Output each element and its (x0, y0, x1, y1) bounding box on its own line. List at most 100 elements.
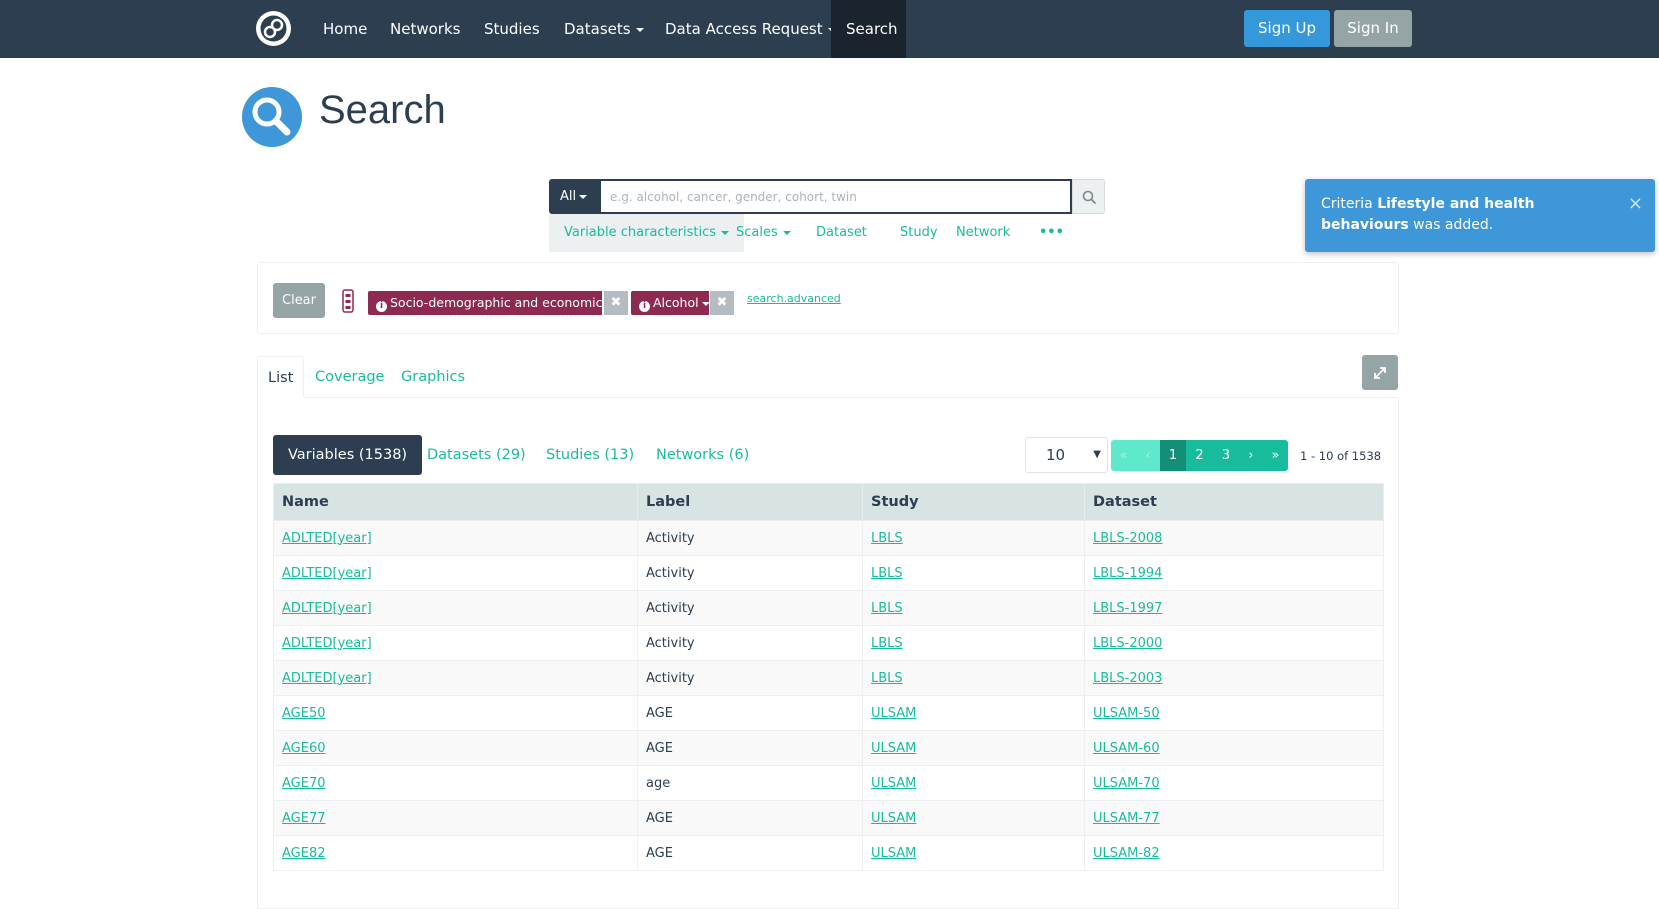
variable-label: Activity (637, 625, 863, 661)
variable-name-link[interactable]: ADLTED[year] (282, 636, 372, 651)
variable-label: AGE (637, 800, 863, 836)
study-link[interactable]: ULSAM (871, 706, 916, 721)
close-icon[interactable]: × (1628, 193, 1643, 214)
variable-name-link[interactable]: AGE77 (282, 811, 326, 826)
variable-name-link[interactable]: ADLTED[year] (282, 671, 372, 686)
pager-last[interactable]: » (1263, 440, 1288, 471)
tab-graphics[interactable]: Graphics (391, 356, 475, 398)
sign-up-button[interactable]: Sign Up (1244, 10, 1330, 47)
study-link[interactable]: ULSAM (871, 811, 916, 826)
advanced-search-link[interactable]: search.advanced (747, 292, 841, 305)
column-header-label[interactable]: Label (637, 483, 863, 521)
table-row: AGE82 AGE ULSAM ULSAM-82 (273, 835, 1384, 871)
dataset-link[interactable]: LBLS-2003 (1093, 671, 1162, 686)
pager-first[interactable]: « (1111, 440, 1136, 471)
column-header-dataset[interactable]: Dataset (1084, 483, 1384, 521)
variable-name-link[interactable]: ADLTED[year] (282, 531, 372, 546)
dataset-link[interactable]: LBLS-2000 (1093, 636, 1162, 651)
filter-network[interactable]: Network (941, 214, 1025, 252)
pill-networks[interactable]: Networks (6) (641, 435, 764, 475)
table-row: ADLTED[year] Activity LBLS LBLS-2000 (273, 625, 1384, 661)
search-input[interactable] (599, 179, 1072, 214)
table-row: ADLTED[year] Activity LBLS LBLS-2003 (273, 660, 1384, 696)
study-link[interactable]: ULSAM (871, 846, 916, 861)
variable-name-link[interactable]: ADLTED[year] (282, 601, 372, 616)
table-row: AGE60 AGE ULSAM ULSAM-60 (273, 730, 1384, 766)
variable-name-link[interactable]: AGE82 (282, 846, 326, 861)
page-size-select[interactable]: 10 ▼ (1025, 437, 1108, 473)
column-header-name[interactable]: Name (273, 483, 638, 521)
column-header-study[interactable]: Study (862, 483, 1085, 521)
filter-dataset[interactable]: Dataset (801, 214, 882, 252)
filter-scales[interactable]: Scales (721, 214, 806, 252)
pill-variables[interactable]: Variables (1538) (273, 435, 423, 475)
variable-name-link[interactable]: ADLTED[year] (282, 566, 372, 581)
dataset-link[interactable]: ULSAM-77 (1093, 811, 1160, 826)
pager-page-2[interactable]: 2 (1186, 440, 1213, 471)
tab-list[interactable]: List (257, 356, 305, 398)
top-navbar: Home Networks Studies Datasets Data Acce… (0, 0, 1659, 58)
variable-label: Activity (637, 555, 863, 591)
dataset-link[interactable]: ULSAM-70 (1093, 776, 1160, 791)
clear-criteria-button[interactable]: Clear (273, 283, 325, 318)
remove-criteria-alcohol-button[interactable]: ✖ (710, 291, 734, 315)
brand-logo-icon[interactable] (256, 11, 291, 46)
pill-studies[interactable]: Studies (13) (531, 435, 649, 475)
nav-search[interactable]: Search (831, 0, 906, 58)
dataset-link[interactable]: ULSAM-82 (1093, 846, 1160, 861)
dataset-link[interactable]: LBLS-2008 (1093, 531, 1162, 546)
dataset-link[interactable]: ULSAM-50 (1093, 706, 1160, 721)
search-magnifier-icon (242, 87, 302, 147)
table-row: ADLTED[year] Activity LBLS LBLS-2008 (273, 520, 1384, 556)
variable-label: AGE (637, 695, 863, 731)
variable-name-link[interactable]: AGE60 (282, 741, 326, 756)
variables-table: Name Label Study Dataset ADLTED[year] Ac… (273, 483, 1384, 871)
study-link[interactable]: LBLS (871, 531, 903, 546)
nav-datasets[interactable]: Datasets (549, 0, 659, 58)
nav-studies[interactable]: Studies (469, 0, 555, 58)
info-circle-icon: i (376, 301, 387, 312)
variable-name-link[interactable]: AGE70 (282, 776, 326, 791)
table-row: AGE70 age ULSAM ULSAM-70 (273, 765, 1384, 801)
pager-prev[interactable]: ‹ (1136, 440, 1160, 471)
pager-page-1[interactable]: 1 (1160, 440, 1186, 471)
filter-more-ellipsis[interactable]: ••• (1024, 214, 1079, 252)
variable-label: AGE (637, 835, 863, 871)
dataset-link[interactable]: ULSAM-60 (1093, 741, 1160, 756)
filter-variable-characteristics[interactable]: Variable characteristics (549, 214, 745, 252)
chevron-down-icon (701, 301, 710, 306)
study-link[interactable]: LBLS (871, 636, 903, 651)
criteria-added-toast: Criteria Lifestyle and health behaviours… (1305, 179, 1655, 252)
study-link[interactable]: ULSAM (871, 741, 916, 756)
toast-prefix: Criteria (1321, 196, 1378, 212)
pager-page-3[interactable]: 3 (1213, 440, 1239, 471)
remove-criteria-socio-demographic-button[interactable]: ✖ (604, 291, 628, 315)
search-button[interactable] (1072, 179, 1105, 214)
study-link[interactable]: LBLS (871, 566, 903, 581)
criteria-chip-socio-demographic[interactable]: i Socio-demographic and economic... (368, 291, 626, 315)
toast-suffix: was added. (1408, 217, 1494, 233)
table-row: ADLTED[year] Activity LBLS LBLS-1997 (273, 590, 1384, 626)
info-circle-icon: i (639, 301, 650, 312)
nav-home[interactable]: Home (308, 0, 382, 58)
expand-arrows-icon (1374, 367, 1386, 379)
study-link[interactable]: ULSAM (871, 776, 916, 791)
dataset-link[interactable]: LBLS-1997 (1093, 601, 1162, 616)
fullscreen-button[interactable] (1362, 355, 1398, 390)
study-link[interactable]: LBLS (871, 601, 903, 616)
variable-label: Activity (637, 520, 863, 556)
variable-label: Activity (637, 660, 863, 696)
sign-in-button[interactable]: Sign In (1334, 10, 1412, 47)
criteria-list-icon (342, 289, 354, 313)
pager-next[interactable]: › (1239, 440, 1263, 471)
search-scope-dropdown[interactable]: All (549, 179, 599, 214)
criteria-chip-alcohol[interactable]: i Alcohol (631, 291, 710, 315)
variable-name-link[interactable]: AGE50 (282, 706, 326, 721)
pill-datasets[interactable]: Datasets (29) (412, 435, 541, 475)
table-row: AGE77 AGE ULSAM ULSAM-77 (273, 800, 1384, 836)
dataset-link[interactable]: LBLS-1994 (1093, 566, 1162, 581)
nav-data-access-request[interactable]: Data Access Request (650, 0, 851, 58)
nav-networks[interactable]: Networks (375, 0, 475, 58)
study-link[interactable]: LBLS (871, 671, 903, 686)
tab-coverage[interactable]: Coverage (305, 356, 394, 398)
